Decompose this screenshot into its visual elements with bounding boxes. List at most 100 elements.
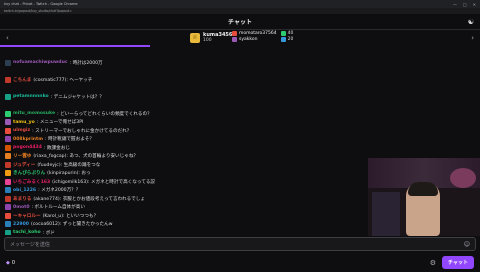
chat-message: ulmgiz: ストリーマーでおしゃれに金かけてるのだれ？ (0, 127, 480, 136)
chat-message (0, 84, 480, 93)
leaderboard-entry: 20 (280, 37, 293, 42)
minimize-button[interactable]: — (453, 2, 457, 7)
chat-text: : ボド (42, 230, 55, 235)
chat-title: チャット (228, 19, 252, 26)
chat-username[interactable]: tachi_koho (13, 230, 41, 235)
user-badge-icon (5, 76, 11, 83)
leaderboard-entry-name: syakkon (239, 37, 258, 42)
chat-username[interactable]: petamnnnnko (13, 94, 49, 99)
chat-message: mitu_momosuke: どいーらってどれくらいの頻度でくれるの？ (0, 110, 480, 119)
leaderboard-entry-name: momotaro37564 (239, 31, 277, 36)
badge-icon (232, 31, 237, 36)
chat-text: (Karol_u): といいつつも？ (42, 213, 99, 219)
leaderboard-entry-value: 40 (287, 31, 294, 36)
points-icon: ◆ (6, 259, 10, 266)
browser-title-bar: kuy chat - Privat - Twitch - Google Chro… (0, 0, 480, 8)
chat-username[interactable]: きんぴらぷりん (13, 170, 45, 176)
user-badge-icon (5, 144, 11, 151)
chat-username[interactable]: tamu_yo (13, 120, 35, 125)
close-button[interactable]: ✕ (473, 2, 476, 7)
chat-input-placeholder: メッセージを送信 (10, 241, 50, 248)
chat-message (0, 67, 480, 76)
chat-text: : ストリーマーでおしゃれに金かけてるのだれ？ (32, 128, 132, 134)
window-controls: — □ ✕ (453, 2, 476, 7)
chat-message: tamu_yo: メニューで俺せば3PI (0, 118, 480, 127)
maximize-button[interactable]: □ (463, 2, 467, 7)
chat-username[interactable]: 22900 (13, 222, 29, 227)
leaderboard-entry: syakkon (232, 37, 277, 42)
chat-text: (ichigomilk163): メガネと時計で高くなってる説 (52, 179, 156, 185)
url-text: twitch.tv/popout/kuy_studio/chat?popout= (4, 9, 72, 13)
channel-points[interactable]: ◆ 0 (6, 260, 15, 266)
chat-message (0, 101, 480, 110)
user-badge-icon (5, 170, 11, 177)
chat-username[interactable]: ulmgiz (13, 128, 30, 133)
chat-username[interactable]: いちごみるく163 (13, 179, 50, 185)
chat-username[interactable]: pogon4434 (13, 145, 42, 150)
chat-message: nofuamachiwpuwduc: 時計は2000万 (0, 59, 480, 68)
chat-username[interactable]: ーキャロルー (13, 213, 41, 219)
badge-icon (232, 37, 237, 42)
leaderboard-top-points: 100 (203, 38, 212, 43)
user-badge-icon (5, 212, 11, 219)
chat-text: (fuudeyjc): 生高級の踊をつな (37, 162, 101, 168)
leaderboard-progress-bar (0, 45, 150, 47)
chat-message: petamnnnnko: デニムジャケットは？？ (0, 93, 480, 102)
chat-text: : デニムジャケットは？？ (50, 94, 104, 100)
chevron-left-icon[interactable]: ‹ (6, 34, 9, 42)
user-badge-icon (5, 127, 11, 134)
chat-message: 008kprintm: 時計靴鋸で握およそ？ (0, 135, 480, 144)
user-badge-icon (5, 187, 11, 194)
user-badge-icon (5, 110, 11, 117)
background-plush (450, 168, 476, 188)
user-badge-icon (5, 195, 11, 202)
window-title: kuy chat - Privat - Twitch - Google Chro… (4, 2, 78, 6)
chat-message (0, 50, 480, 59)
leaderboard-list: momotaro37564 40 syakkon 20 (232, 31, 293, 42)
user-badge-icon (5, 221, 11, 228)
users-icon[interactable]: ☯ (468, 18, 474, 26)
chat-footer: ◆ 0 ⚙ チャット (0, 253, 480, 272)
chat-text: : メニューで俺せば3PI (36, 120, 84, 126)
user-badge-icon (5, 178, 11, 185)
chat-text: : どいーらってどれくらいの頻度でくれるの？ (57, 111, 152, 117)
points-value: 0 (11, 259, 16, 266)
badge-icon (280, 31, 286, 36)
user-badge-icon (5, 136, 11, 143)
chat-username[interactable]: ジュディー (13, 162, 35, 168)
chat-text: (kinpirapurin): おっ (47, 171, 91, 177)
chat-username[interactable]: obi_1226 (13, 188, 36, 193)
chat-username[interactable]: 008kprintm (13, 137, 43, 142)
chat-message: pogon4434: 敗課金おじ (0, 144, 480, 153)
smile-icon[interactable]: ☺ (464, 241, 470, 248)
chat-input[interactable]: メッセージを送信 ☺ (4, 237, 476, 251)
user-badge-icon (5, 153, 11, 160)
chat-send-button[interactable]: チャット (442, 256, 474, 269)
user-badge-icon (5, 204, 11, 211)
chat-text: : ボルトルーム自体が高い (31, 205, 85, 211)
chevron-right-icon[interactable]: › (471, 34, 474, 42)
user-badge-icon (5, 229, 11, 235)
chat-username[interactable]: nofuamachiwpuwduc (13, 60, 68, 65)
crown-icon: ♕ (190, 32, 200, 43)
chat-username[interactable]: リー雲ゆ (13, 153, 31, 159)
user-badge-icon (5, 93, 11, 100)
chat-text: : メガネ2000万？？ (38, 188, 81, 194)
chat-text: : 時計靴鋸で握およそ？ (45, 137, 94, 143)
gear-icon[interactable]: ⚙ (430, 259, 436, 267)
chat-text: (riaxa_fogcap): あつ、犬の首輪より安いじゃね？ (33, 154, 139, 160)
chat-message: こちんま (cosmatic777): ヘーヤッチ (0, 76, 480, 85)
chat-username[interactable]: あまりる (13, 196, 31, 202)
chat-text: : 時計は2000万 (69, 60, 103, 66)
user-badge-icon (5, 59, 11, 66)
chat-username[interactable]: mitu_momosuke (13, 111, 55, 116)
leaderboard-top: ♕ kuma34565 100 (190, 32, 236, 43)
leaderboard-entry: momotaro37564 (232, 31, 277, 36)
webcam-overlay (368, 158, 480, 236)
background-decor (372, 192, 400, 236)
streamer-hair (408, 182, 438, 196)
chat-username[interactable]: 0mot0 (13, 205, 30, 210)
chat-text: (cocoa6012): ずっと聞きたかったんw (30, 222, 113, 228)
chat-username[interactable]: こちんま (13, 77, 31, 83)
chat-text: (akane774): 衣服とかお値段考えって言われるでしょ (33, 196, 145, 202)
